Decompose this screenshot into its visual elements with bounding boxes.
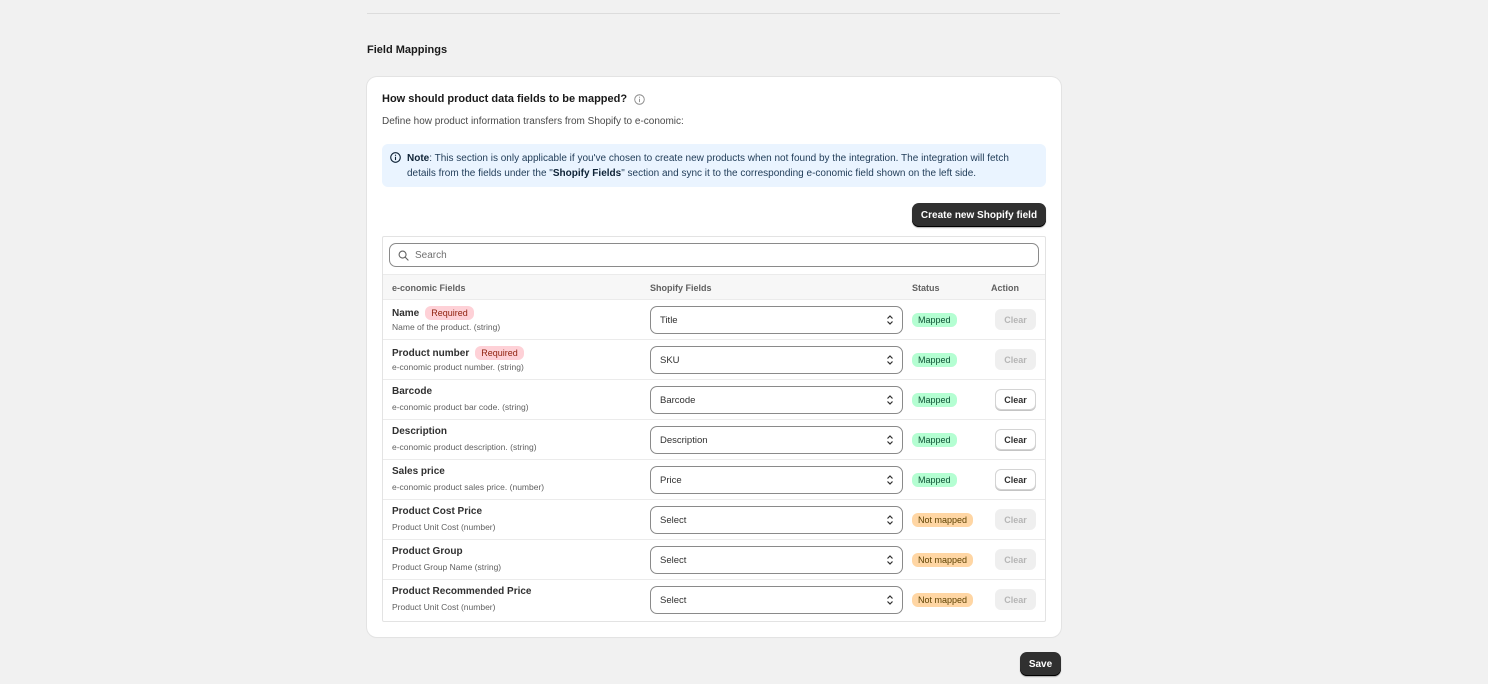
- search-icon: [398, 250, 409, 261]
- field-description: e-conomic product bar code. (string): [392, 402, 529, 412]
- note-banner: Note: This section is only applicable if…: [382, 144, 1046, 187]
- select-value: Barcode: [660, 395, 696, 406]
- question-heading: How should product data fields to be map…: [382, 93, 628, 105]
- field-name-cell: Product Recommended Price: [392, 586, 531, 597]
- table-row: Product Group Product Group Name (string…: [383, 540, 1045, 580]
- field-name: Product Group: [392, 546, 463, 557]
- table-row: Product Recommended Price Product Unit C…: [383, 580, 1045, 620]
- chevron-up-down-icon: [887, 315, 893, 325]
- field-description: Product Unit Cost (number): [392, 522, 496, 532]
- field-name: Product number: [392, 347, 470, 359]
- select-value: Description: [660, 435, 708, 446]
- field-name-cell: Product number Required: [392, 346, 524, 360]
- clear-button[interactable]: Clear: [995, 589, 1036, 610]
- table-header: e-conomic Fields Shopify Fields Status A…: [383, 274, 1045, 300]
- shopify-field-select[interactable]: Description: [650, 426, 903, 454]
- header-shopify-fields: Shopify Fields: [650, 283, 712, 293]
- search-input[interactable]: [415, 249, 1015, 261]
- shopify-field-select[interactable]: Price: [650, 466, 903, 494]
- select-value: Title: [660, 315, 678, 326]
- field-name-cell: Sales price: [392, 466, 445, 477]
- field-description: Product Unit Cost (number): [392, 602, 496, 612]
- shopify-field-select[interactable]: Select: [650, 546, 903, 574]
- chevron-up-down-icon: [887, 475, 893, 485]
- section-title: Field Mappings: [367, 44, 448, 56]
- select-value: SKU: [660, 355, 680, 366]
- search-field[interactable]: [389, 243, 1039, 267]
- field-description: e-conomic product number. (string): [392, 362, 524, 372]
- note-label: Note: [407, 153, 430, 164]
- table-row: Product Cost Price Product Unit Cost (nu…: [383, 500, 1045, 540]
- shopify-field-select[interactable]: Barcode: [650, 386, 903, 414]
- card-description: Define how product information transfers…: [382, 116, 684, 127]
- table-row: Barcode e-conomic product bar code. (str…: [383, 380, 1045, 420]
- table-row: Product number Required e-conomic produc…: [383, 340, 1045, 380]
- field-name: Product Recommended Price: [392, 586, 532, 597]
- header-status: Status: [912, 283, 940, 293]
- field-description: e-conomic product sales price. (number): [392, 482, 545, 492]
- info-circle-icon[interactable]: [634, 93, 645, 105]
- field-name: Product Cost Price: [392, 506, 483, 517]
- shopify-field-select[interactable]: Title: [650, 306, 903, 334]
- table-row: Sales price e-conomic product sales pric…: [383, 460, 1045, 500]
- select-value: Select: [660, 595, 687, 606]
- shopify-field-select[interactable]: SKU: [650, 346, 903, 374]
- status-badge: Mapped: [912, 393, 957, 407]
- select-value: Price: [660, 475, 682, 486]
- field-description: e-conomic product description. (string): [392, 442, 537, 452]
- required-badge: Required: [475, 346, 524, 360]
- field-name-cell: Description: [392, 426, 447, 437]
- field-mappings-card: How should product data fields to be map…: [367, 77, 1061, 637]
- field-name: Name: [392, 307, 420, 319]
- status-badge: Not mapped: [912, 513, 974, 527]
- question-row: How should product data fields to be map…: [382, 93, 645, 105]
- clear-button[interactable]: Clear: [995, 509, 1036, 530]
- table-row: Description e-conomic product descriptio…: [383, 420, 1045, 460]
- field-description: Product Group Name (string): [392, 562, 502, 572]
- status-badge: Mapped: [912, 353, 957, 367]
- status-badge: Not mapped: [912, 593, 974, 607]
- top-divider: [367, 13, 1060, 14]
- info-circle-icon: [390, 152, 401, 163]
- clear-button[interactable]: Clear: [995, 469, 1036, 490]
- clear-button[interactable]: Clear: [995, 429, 1036, 450]
- select-value: Select: [660, 555, 687, 566]
- table-body: Name Required Name of the product. (stri…: [383, 300, 1045, 620]
- status-badge: Mapped: [912, 433, 957, 447]
- required-badge: Required: [425, 306, 474, 320]
- shopify-field-select[interactable]: Select: [650, 506, 903, 534]
- field-name: Sales price: [392, 466, 445, 477]
- status-badge: Mapped: [912, 313, 957, 327]
- chevron-up-down-icon: [887, 595, 893, 605]
- select-value: Select: [660, 515, 687, 526]
- field-name: Barcode: [392, 386, 433, 397]
- field-name-cell: Barcode: [392, 386, 432, 397]
- save-button[interactable]: Save: [1020, 652, 1061, 676]
- status-badge: Mapped: [912, 473, 957, 487]
- chevron-up-down-icon: [887, 515, 893, 525]
- chevron-up-down-icon: [887, 395, 893, 405]
- note-text-2: " section and sync it to the correspondi…: [621, 168, 977, 179]
- clear-button[interactable]: Clear: [995, 549, 1036, 570]
- status-badge: Not mapped: [912, 553, 974, 567]
- field-name-cell: Product Group: [392, 546, 463, 557]
- field-name-cell: Name Required: [392, 306, 474, 320]
- chevron-up-down-icon: [887, 355, 893, 365]
- header-action: Action: [991, 283, 1019, 293]
- chevron-up-down-icon: [887, 435, 893, 445]
- clear-button[interactable]: Clear: [995, 309, 1036, 330]
- header-economic-fields: e-conomic Fields: [392, 283, 466, 293]
- field-name-cell: Product Cost Price: [392, 506, 482, 517]
- chevron-up-down-icon: [887, 555, 893, 565]
- mappings-table: e-conomic Fields Shopify Fields Status A…: [382, 236, 1046, 622]
- create-shopify-field-button[interactable]: Create new Shopify field: [912, 203, 1046, 227]
- field-name: Description: [392, 426, 448, 437]
- note-emphasis: Shopify Fields: [552, 168, 622, 179]
- shopify-field-select[interactable]: Select: [650, 586, 903, 614]
- table-row: Name Required Name of the product. (stri…: [383, 300, 1045, 340]
- clear-button[interactable]: Clear: [995, 349, 1036, 370]
- clear-button[interactable]: Clear: [995, 389, 1036, 410]
- field-description: Name of the product. (string): [392, 322, 501, 332]
